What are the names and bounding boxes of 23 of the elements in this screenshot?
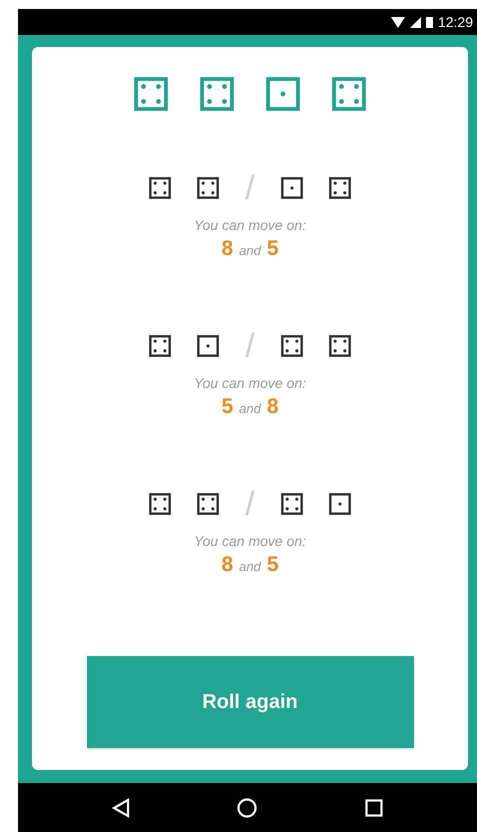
- back-icon[interactable]: [112, 798, 130, 818]
- separator-slash: /: [245, 171, 255, 205]
- move-caption: You can move on:: [194, 217, 306, 233]
- recents-icon[interactable]: [365, 798, 384, 816]
- status-time: 12:29: [438, 14, 473, 30]
- roll-again-button[interactable]: Roll again: [86, 656, 414, 748]
- home-icon[interactable]: [237, 798, 258, 818]
- move-total: 8: [221, 553, 234, 577]
- move-total: 8: [266, 395, 279, 419]
- move-caption: You can move on:: [194, 533, 306, 549]
- conjunction-text: and: [239, 401, 261, 416]
- wifi-icon: [390, 16, 405, 28]
- move-caption: You can move on:: [194, 375, 306, 391]
- move-total: 8: [221, 237, 234, 261]
- conjunction-text: and: [239, 559, 261, 574]
- move-total: 5: [221, 395, 234, 419]
- move-total: 5: [266, 553, 279, 577]
- signal-icon: [410, 16, 421, 28]
- separator-slash: /: [245, 487, 255, 521]
- separator-slash: /: [245, 329, 255, 363]
- battery-icon: [426, 16, 433, 28]
- move-total: 5: [266, 237, 279, 261]
- conjunction-text: and: [239, 243, 261, 258]
